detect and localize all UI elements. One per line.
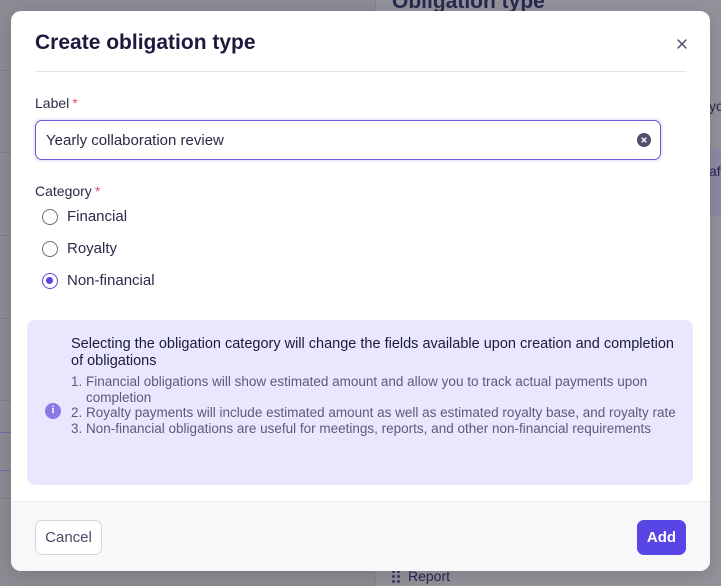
radio-label: Royalty (67, 240, 118, 257)
label-field-label-text: Label (35, 95, 70, 111)
list-item-text: Non-financial obligations are useful for… (86, 420, 652, 436)
dialog-title: Create obligation type (35, 31, 256, 54)
list-item-text: Royalty payments will include estimated … (86, 405, 676, 420)
category-label-text: Category (35, 183, 92, 199)
required-mark: * (72, 95, 78, 111)
list-item-number: 1. (71, 374, 83, 389)
radio-button[interactable] (42, 208, 58, 225)
list-item: 2. Royalty payments will include estimat… (71, 405, 681, 421)
clear-icon[interactable] (637, 133, 651, 147)
background-text-fragment: af (709, 163, 721, 179)
close-icon[interactable] (675, 37, 689, 51)
list-item-text: Financial obligations will show estimate… (86, 374, 648, 405)
info-icon: i (45, 403, 61, 419)
dialog-footer: Cancel Add (11, 501, 710, 571)
info-heading: Selecting the obligation category will c… (71, 336, 674, 369)
radio-button[interactable] (42, 240, 58, 257)
add-button[interactable]: Add (637, 520, 686, 555)
radio-option-non-financial[interactable]: Non-financial (42, 272, 155, 289)
radio-label: Financial (67, 208, 128, 225)
category-label: Category * (35, 183, 100, 199)
radio-option-royalty[interactable]: Royalty (42, 240, 117, 257)
list-item: 3. Non-financial obligations are useful … (71, 421, 681, 437)
radio-button-selected[interactable] (42, 272, 58, 289)
required-mark: * (94, 183, 101, 199)
drag-handle-icon (392, 569, 400, 583)
cancel-button[interactable]: Cancel (35, 520, 102, 555)
dialog-header: Create obligation type (35, 11, 689, 72)
create-obligation-type-dialog: Create obligation type Label* Category* … (11, 11, 710, 571)
list-item: 1. Financial obligations will show estim… (71, 374, 681, 405)
label-input[interactable] (35, 120, 661, 160)
radio-label: Non-financial (67, 272, 155, 289)
list-item-number: 2. (71, 405, 83, 420)
background-text-fragment: yo (709, 98, 721, 114)
info-list: 1. Financial obligations will show estim… (71, 374, 681, 436)
info-callout: i Selecting the obligation category will… (27, 320, 693, 485)
list-item-number: 3. (71, 420, 83, 436)
radio-option-financial[interactable]: Financial (42, 208, 127, 225)
label-field-label: Label * (35, 95, 78, 111)
